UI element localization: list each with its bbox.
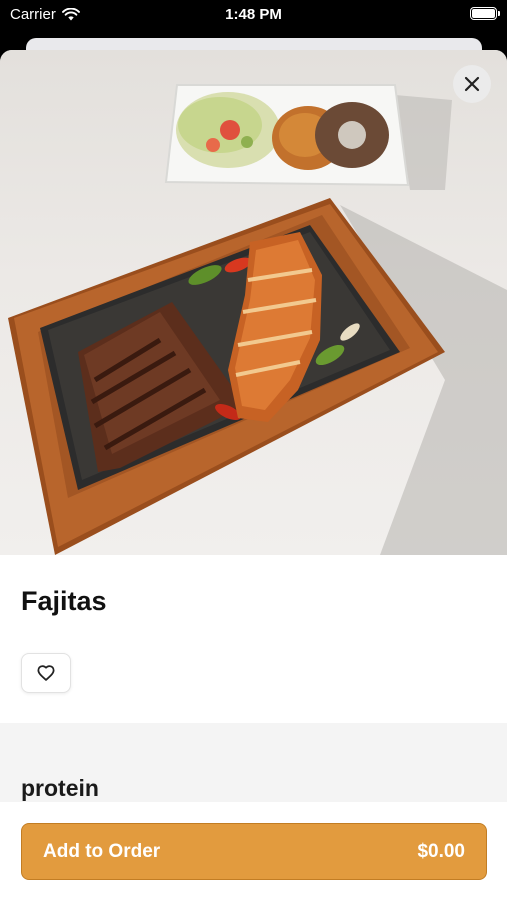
item-detail-sheet: Fajitas protein xyxy=(0,50,507,900)
item-photo xyxy=(0,50,507,555)
fajitas-photo-icon xyxy=(8,84,507,555)
options-section-title: protein xyxy=(21,775,99,801)
item-title: Fajitas xyxy=(21,586,107,616)
status-bar: Carrier 1:48 PM xyxy=(0,0,507,30)
favorite-button[interactable] xyxy=(21,653,71,693)
add-to-order-label: Add to Order xyxy=(43,840,161,862)
close-button[interactable] xyxy=(453,65,491,103)
battery-icon xyxy=(470,7,500,20)
order-price: $0.00 xyxy=(417,840,465,862)
add-to-order-button[interactable]: Add to Order $0.00 xyxy=(21,823,487,880)
status-time: 1:48 PM xyxy=(225,6,282,23)
order-footer: Add to Order $0.00 xyxy=(0,802,507,900)
heart-outline-icon xyxy=(37,665,55,681)
close-icon xyxy=(464,76,480,92)
